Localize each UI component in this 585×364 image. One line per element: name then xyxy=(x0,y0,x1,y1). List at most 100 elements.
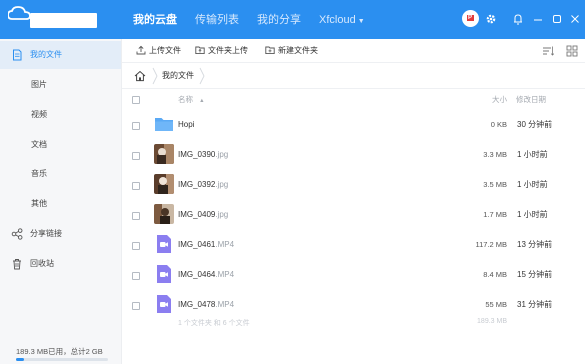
video-file-icon xyxy=(157,295,171,313)
sidebar-item-videos[interactable]: 视频 xyxy=(0,101,121,129)
file-name: IMG_0461.MP4 xyxy=(178,231,234,258)
file-name-base: IMG_0478 xyxy=(178,300,216,309)
sidebar-item-label: 图片 xyxy=(31,80,47,89)
tab-xfcloud-label: Xfcloud xyxy=(319,14,356,26)
sidebar-item-label: 文档 xyxy=(31,140,47,149)
table-header: 名称 ▲ 大小 修改日期 xyxy=(122,89,585,111)
column-name-header[interactable]: 名称 ▲ xyxy=(178,89,205,112)
sort-asc-icon: ▲ xyxy=(199,98,205,104)
folder-upload-icon xyxy=(195,46,205,54)
row-checkbox[interactable] xyxy=(132,152,140,160)
new-folder-label: 新建文件夹 xyxy=(278,46,318,55)
file-name-base: IMG_0392 xyxy=(178,180,216,189)
toolbar: 上传文件 文件夹上传 新建文件夹 xyxy=(122,39,585,63)
tab-my-shares[interactable]: 我的分享 xyxy=(257,0,301,39)
table-row[interactable]: IMG_0392.jpg 3.5 MB 1 小时前 xyxy=(122,171,585,201)
breadcrumb: 我的文件 xyxy=(122,63,585,89)
sidebar-item-label: 其他 xyxy=(31,199,47,208)
file-size: 55 MB xyxy=(485,300,507,309)
file-size: 1.7 MB xyxy=(483,210,507,219)
list-footer: 1 个文件夹 和 6 个文件 189.3 MB xyxy=(122,318,585,332)
file-size: 3.5 MB xyxy=(483,180,507,189)
upload-icon xyxy=(136,45,146,55)
table-row[interactable]: Hopi 0 KB 30 分钟前 xyxy=(122,111,585,141)
row-checkbox[interactable] xyxy=(132,122,140,130)
row-checkbox[interactable] xyxy=(132,182,140,190)
row-checkbox[interactable] xyxy=(132,272,140,280)
avatar-icon[interactable]: P xyxy=(462,10,479,27)
close-icon[interactable] xyxy=(568,11,582,27)
sidebar-item-label: 我的文件 xyxy=(30,50,62,59)
minimize-icon[interactable] xyxy=(531,11,545,27)
chevron-down-icon: ▼ xyxy=(357,18,365,25)
breadcrumb-current[interactable]: 我的文件 xyxy=(162,63,194,89)
maximize-icon[interactable] xyxy=(550,11,564,27)
file-name-base: IMG_0461 xyxy=(178,240,216,249)
upload-file-label: 上传文件 xyxy=(149,46,181,55)
tab-my-cloud[interactable]: 我的云盘 xyxy=(133,0,177,39)
tab-transfer-list[interactable]: 传输列表 xyxy=(195,0,239,39)
folder-icon xyxy=(155,118,173,131)
grid-view-icon[interactable] xyxy=(566,45,578,57)
sidebar-item-music[interactable]: 音乐 xyxy=(0,160,121,188)
upload-folder-button[interactable]: 文件夹上传 xyxy=(195,39,248,63)
file-modified-date: 1 小时前 xyxy=(517,150,548,159)
table-row[interactable]: IMG_0464.MP4 8.4 MB 15 分钟前 xyxy=(122,261,585,291)
file-name-base: IMG_0464 xyxy=(178,270,216,279)
column-name-label: 名称 xyxy=(178,95,193,104)
file-modified-date: 30 分钟前 xyxy=(517,120,553,129)
file-extension: .jpg xyxy=(215,180,229,189)
sidebar-item-label: 视频 xyxy=(31,110,47,119)
file-size: 117.2 MB xyxy=(475,240,507,249)
gear-icon[interactable] xyxy=(484,11,498,27)
table-row[interactable]: IMG_0409.jpg 1.7 MB 1 小时前 xyxy=(122,201,585,231)
breadcrumb-separator-icon xyxy=(199,67,205,85)
sidebar-item-other[interactable]: 其他 xyxy=(0,190,121,218)
row-checkbox[interactable] xyxy=(132,242,140,250)
bell-icon[interactable] xyxy=(511,11,525,27)
column-size-header[interactable]: 大小 xyxy=(492,89,507,111)
file-name-base: IMG_0409 xyxy=(178,210,216,219)
sidebar-item-documents[interactable]: 文档 xyxy=(0,131,121,159)
file-name-base: IMG_0390 xyxy=(178,150,216,159)
cloud-logo-icon xyxy=(8,6,30,20)
file-name: IMG_0409.jpg xyxy=(178,201,228,228)
file-modified-date: 1 小时前 xyxy=(517,210,548,219)
sidebar-item-pictures[interactable]: 图片 xyxy=(0,71,121,99)
new-folder-icon xyxy=(265,46,275,54)
file-name: IMG_0390.jpg xyxy=(178,141,228,168)
app-window: 我的云盘 传输列表 我的分享 Xfcloud ▼ P 我的文件 图片 视频 文档… xyxy=(0,0,585,364)
total-size: 189.3 MB xyxy=(477,318,507,325)
storage-progress-bar xyxy=(16,358,108,361)
table-row[interactable]: IMG_0390.jpg 3.3 MB 1 小时前 xyxy=(122,141,585,171)
sidebar-item-recycle-bin[interactable]: 回收站 xyxy=(0,250,121,278)
file-name-base: Hopi xyxy=(178,120,195,129)
file-size: 8.4 MB xyxy=(483,270,507,279)
file-extension: .jpg xyxy=(215,150,229,159)
image-thumbnail-icon xyxy=(154,144,174,164)
new-folder-button[interactable]: 新建文件夹 xyxy=(265,39,318,63)
tab-xfcloud[interactable]: Xfcloud ▼ xyxy=(319,0,365,39)
upload-folder-label: 文件夹上传 xyxy=(208,46,248,55)
file-name: IMG_0392.jpg xyxy=(178,171,228,198)
upload-file-button[interactable]: 上传文件 xyxy=(136,39,181,63)
item-count: 1 个文件夹 和 6 个文件 xyxy=(178,320,250,327)
select-all-checkbox[interactable] xyxy=(132,96,140,104)
sort-icon[interactable] xyxy=(542,45,554,57)
table-row[interactable]: IMG_0461.MP4 117.2 MB 13 分钟前 xyxy=(122,231,585,261)
video-file-icon xyxy=(157,265,171,283)
sidebar-item-share-links[interactable]: 分享链接 xyxy=(0,220,121,248)
file-extension: .MP4 xyxy=(215,300,235,309)
file-modified-date: 13 分钟前 xyxy=(517,240,553,249)
sidebar-item-my-files[interactable]: 我的文件 xyxy=(0,41,121,69)
file-name: IMG_0478.MP4 xyxy=(178,291,234,318)
column-date-header[interactable]: 修改日期 xyxy=(516,89,546,111)
sidebar: 我的文件 图片 视频 文档 音乐 其他 分享链接 回收站 189.3 MB已用，… xyxy=(0,39,122,364)
table-row[interactable]: IMG_0478.MP4 55 MB 31 分钟前 xyxy=(122,291,585,321)
row-checkbox[interactable] xyxy=(132,212,140,220)
file-size: 0 KB xyxy=(490,120,507,129)
home-icon[interactable] xyxy=(134,70,146,82)
sidebar-item-label: 音乐 xyxy=(31,169,47,178)
file-extension: .MP4 xyxy=(215,270,235,279)
row-checkbox[interactable] xyxy=(132,302,140,310)
